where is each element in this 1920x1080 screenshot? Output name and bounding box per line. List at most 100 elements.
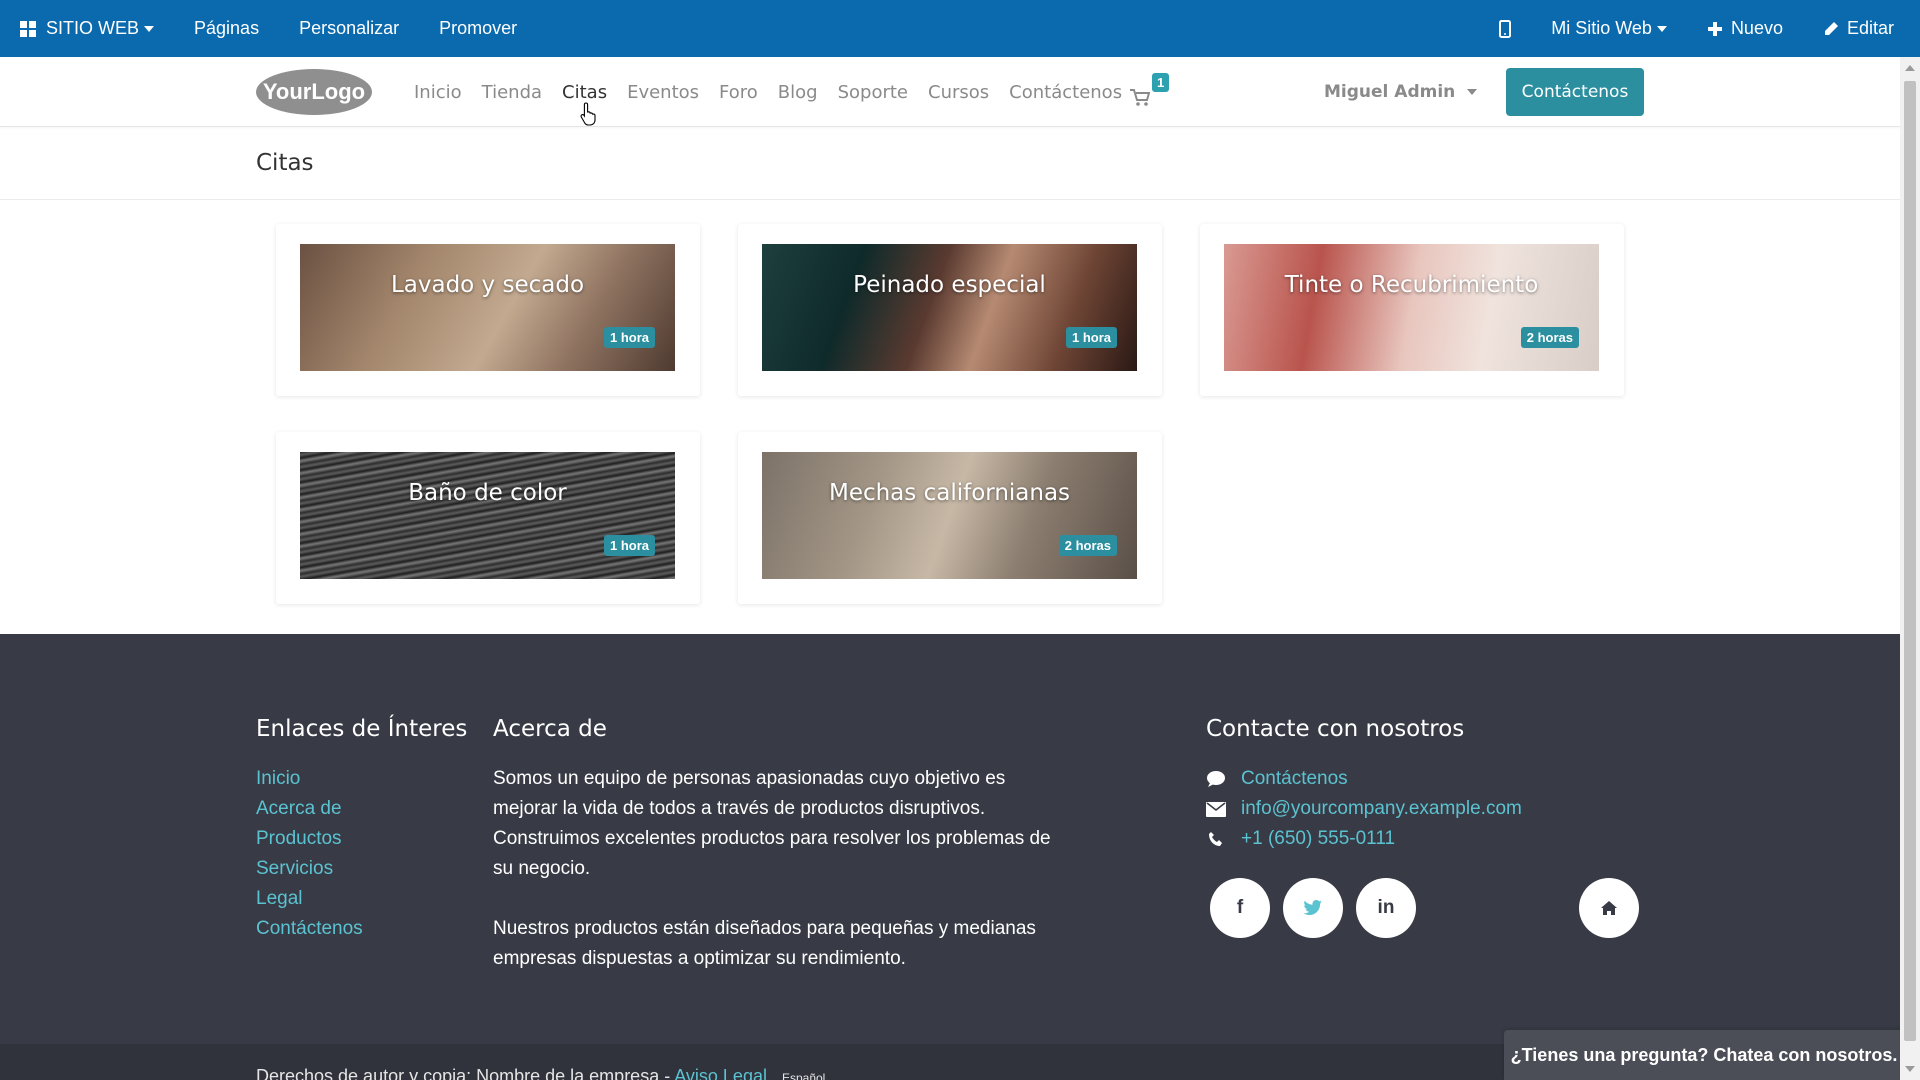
site-footer: Enlaces de Ínteres Inicio Acerca de Prod… — [0, 634, 1900, 1044]
about-paragraph-1: Somos un equipo de personas apasionadas … — [493, 768, 1051, 879]
appointment-title: Tinte o Recubrimiento — [1284, 272, 1539, 298]
admin-bar: SITIO WEB Páginas Personalizar Promover … — [0, 0, 1920, 57]
language-selector[interactable]: Español — [782, 1071, 825, 1080]
copyright-text: Derechos de autor y copia: Nombre de la … — [256, 1066, 660, 1080]
pages-menu[interactable]: Páginas — [174, 0, 279, 57]
hand-pointer-cursor-icon — [580, 102, 596, 126]
appointment-grid: Lavado y secado 1 hora Peinado especial … — [276, 224, 1626, 604]
scroll-up-arrow-icon[interactable] — [1905, 65, 1915, 71]
comment-icon — [1206, 769, 1226, 789]
nav-eventos[interactable]: Eventos — [617, 82, 709, 103]
appointment-image: Peinado especial 1 hora — [762, 244, 1137, 371]
legal-notice-link[interactable]: Aviso Legal — [674, 1066, 767, 1080]
footer-link-servicios[interactable]: Servicios — [256, 854, 363, 884]
envelope-icon — [1206, 799, 1226, 819]
chevron-down-icon — [144, 25, 155, 32]
scrollbar-thumb[interactable] — [1904, 81, 1916, 1041]
appointment-card[interactable]: Lavado y secado 1 hora — [276, 224, 700, 396]
page-title: Citas — [256, 150, 314, 176]
appointment-image: Mechas californianas 2 horas — [762, 452, 1137, 579]
edit-button-label: Editar — [1846, 18, 1894, 38]
mobile-preview-button[interactable] — [1479, 0, 1531, 57]
chevron-down-icon — [1467, 89, 1478, 95]
new-button[interactable]: Nuevo — [1687, 0, 1803, 57]
contact-link[interactable]: Contáctenos — [1206, 764, 1522, 794]
footer-links: Inicio Acerca de Productos Servicios Leg… — [256, 764, 363, 944]
footer-links-heading: Enlaces de Ínteres — [256, 716, 468, 742]
footer-link-inicio[interactable]: Inicio — [256, 764, 363, 794]
nav-soporte[interactable]: Soporte — [828, 82, 918, 103]
mobile-icon — [1499, 19, 1512, 38]
appointment-card[interactable]: Tinte o Recubrimiento 2 horas — [1200, 224, 1624, 396]
appointment-title: Peinado especial — [853, 272, 1046, 298]
phone-label: +1 (650) 555-0111 — [1241, 828, 1396, 849]
appointment-card[interactable]: Mechas californianas 2 horas — [738, 432, 1162, 604]
contact-link-label: Contáctenos — [1241, 768, 1348, 789]
site-header: YourLogo Inicio Tienda Citas Eventos For… — [0, 57, 1900, 127]
appointment-card[interactable]: Peinado especial 1 hora — [738, 224, 1162, 396]
nav-foro[interactable]: Foro — [709, 82, 768, 103]
main-nav: Inicio Tienda Citas Eventos Foro Blog So… — [404, 57, 1132, 127]
linkedin-button[interactable]: in — [1356, 878, 1416, 938]
contact-us-button[interactable]: Contáctenos — [1506, 68, 1644, 116]
footer-contact-heading: Contacte con nosotros — [1206, 716, 1465, 742]
customize-menu[interactable]: Personalizar — [279, 0, 419, 57]
footer-link-legal[interactable]: Legal — [256, 884, 363, 914]
appointment-image: Tinte o Recubrimiento 2 horas — [1224, 244, 1599, 371]
site-selector[interactable]: Mi Sitio Web — [1531, 0, 1687, 57]
email-label: info@yourcompany.example.com — [1241, 798, 1522, 819]
home-icon — [1601, 901, 1617, 915]
site-logo[interactable]: YourLogo — [254, 67, 374, 117]
nav-blog[interactable]: Blog — [768, 82, 828, 103]
nav-cursos[interactable]: Cursos — [918, 82, 999, 103]
appointment-card[interactable]: Baño de color 1 hora — [276, 432, 700, 604]
footer-link-acerca[interactable]: Acerca de — [256, 794, 363, 824]
live-chat-button[interactable]: ¿Tienes una pregunta? Chatea con nosotro… — [1504, 1030, 1904, 1080]
nav-citas[interactable]: Citas — [552, 82, 617, 103]
footer-link-productos[interactable]: Productos — [256, 824, 363, 854]
about-paragraph-2: Nuestros productos están diseñados para … — [493, 918, 1036, 969]
user-menu[interactable]: Miguel Admin — [1324, 57, 1478, 127]
appointment-title: Mechas californianas — [828, 480, 1071, 506]
user-name: Miguel Admin — [1324, 82, 1456, 102]
cart-button[interactable]: 1 — [1128, 73, 1174, 111]
scroll-down-arrow-icon[interactable] — [1905, 1066, 1915, 1072]
edit-button[interactable]: Editar — [1803, 0, 1914, 57]
cart-count-badge: 1 — [1152, 73, 1170, 92]
promote-menu[interactable]: Promover — [419, 0, 537, 57]
plus-icon — [1707, 21, 1722, 36]
language-label: Español — [781, 1071, 826, 1080]
website-menu-label: SITIO WEB — [46, 18, 140, 38]
chevron-down-icon — [1656, 25, 1667, 32]
footer-contact: Contáctenos info@yourcompany.example.com… — [1206, 764, 1522, 854]
page-scrollbar[interactable] — [1900, 57, 1920, 1080]
page-title-bar: Citas — [0, 128, 1900, 200]
nav-contactenos[interactable]: Contáctenos — [999, 82, 1132, 103]
nav-inicio[interactable]: Inicio — [404, 82, 472, 103]
shopping-cart-icon — [1130, 89, 1150, 106]
logo-text: YourLogo — [263, 79, 365, 104]
phone-icon — [1206, 829, 1226, 849]
appointment-image: Lavado y secado 1 hora — [300, 244, 675, 371]
website-menu[interactable]: SITIO WEB — [0, 0, 174, 57]
facebook-icon: f — [1236, 897, 1244, 918]
duration-badge: 2 horas — [1520, 327, 1579, 348]
appointment-title: Lavado y secado — [390, 272, 585, 298]
duration-badge: 1 hora — [1065, 327, 1117, 348]
appointment-title: Baño de color — [408, 480, 567, 506]
phone-link[interactable]: +1 (650) 555-0111 — [1206, 824, 1522, 854]
footer-about: Somos un equipo de personas apasionadas … — [493, 764, 1053, 974]
facebook-button[interactable]: f — [1210, 878, 1270, 938]
footer-about-heading: Acerca de — [493, 716, 607, 742]
twitter-icon — [1303, 899, 1322, 915]
apps-grid-icon — [20, 20, 36, 37]
email-link[interactable]: info@yourcompany.example.com — [1206, 794, 1522, 824]
pencil-icon — [1824, 21, 1838, 35]
linkedin-icon: in — [1377, 897, 1395, 918]
copyright-text-row: Derechos de autor y copia: Nombre de la … — [256, 1066, 825, 1080]
footer-link-contactenos[interactable]: Contáctenos — [256, 914, 363, 944]
nav-tienda[interactable]: Tienda — [472, 82, 552, 103]
twitter-button[interactable] — [1283, 878, 1343, 938]
home-button[interactable] — [1579, 878, 1639, 938]
site-selector-label: Mi Sitio Web — [1551, 18, 1652, 38]
